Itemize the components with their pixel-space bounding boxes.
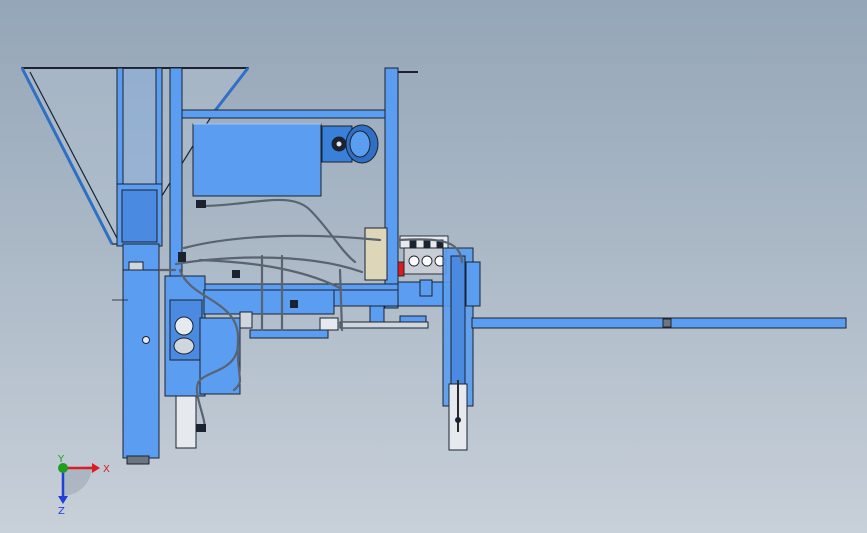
- extension-rail: [471, 317, 847, 329]
- control-panel: [364, 227, 388, 281]
- electric-motor: [321, 124, 379, 164]
- cad-viewport[interactable]: X Y Z: [0, 0, 867, 533]
- y-axis-label: Y: [57, 454, 65, 465]
- tank-block: [192, 123, 322, 197]
- machine-assembly-drawing: X Y Z: [20, 67, 847, 517]
- x-axis-label: X: [103, 464, 110, 475]
- bolt-icon: [142, 336, 150, 344]
- coordinate-triad: X Y Z: [57, 454, 110, 517]
- right-leg-assembly: [397, 247, 481, 451]
- left-chute: [112, 67, 163, 465]
- gauge-icon: [174, 316, 194, 336]
- z-axis-label: Z: [58, 506, 65, 517]
